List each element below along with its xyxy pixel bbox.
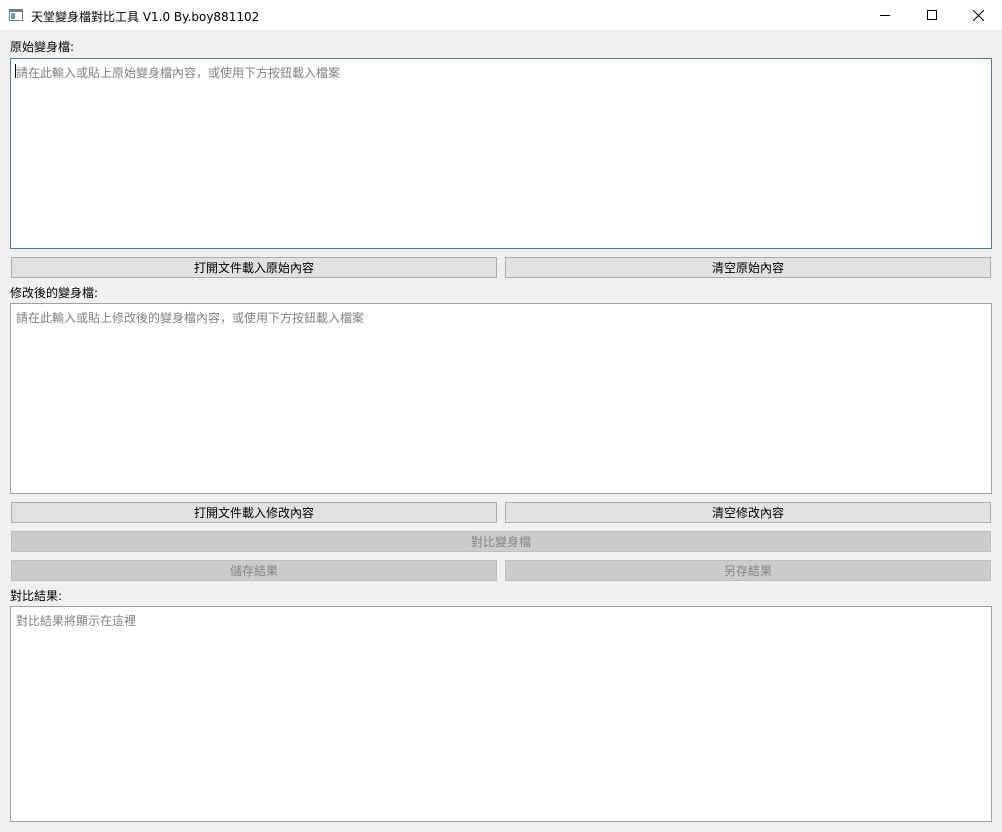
title-bar: 天堂變身檔對比工具 V1.0 By.boy881102: [0, 0, 1002, 31]
result-placeholder: 對比結果將顯示在這裡: [16, 614, 137, 628]
open-modified-button[interactable]: 打開文件載入修改內容: [11, 502, 497, 523]
original-text-area[interactable]: 請在此輸入或貼上原始變身檔內容，或使用下方按鈕載入檔案: [10, 58, 992, 249]
original-placeholder: 請在此輸入或貼上原始變身檔內容，或使用下方按鈕載入檔案: [16, 66, 341, 80]
minimize-button[interactable]: [862, 0, 908, 30]
app-window-icon: [9, 9, 23, 21]
modified-label: 修改後的變身檔:: [10, 286, 99, 300]
close-button[interactable]: [955, 0, 1001, 30]
clear-modified-button[interactable]: 清空修改內容: [505, 502, 991, 523]
compare-button[interactable]: 對比變身檔: [11, 531, 991, 552]
modified-placeholder: 請在此輸入或貼上修改後的變身檔內容，或使用下方按鈕載入檔案: [16, 311, 365, 325]
result-text-area[interactable]: 對比結果將顯示在這裡: [10, 606, 992, 822]
open-original-button[interactable]: 打開文件載入原始內容: [11, 257, 497, 278]
modified-text-area[interactable]: 請在此輸入或貼上修改後的變身檔內容，或使用下方按鈕載入檔案: [10, 303, 992, 494]
maximize-icon: [927, 10, 937, 20]
result-label: 對比結果:: [10, 589, 63, 603]
original-label: 原始變身檔:: [10, 40, 75, 54]
window-title: 天堂變身檔對比工具 V1.0 By.boy881102: [31, 10, 260, 24]
close-icon: [972, 9, 984, 21]
minimize-icon: [880, 15, 890, 16]
clear-original-button[interactable]: 清空原始內容: [505, 257, 991, 278]
save-as-result-button[interactable]: 另存結果: [505, 560, 991, 581]
save-result-button[interactable]: 儲存結果: [11, 560, 497, 581]
maximize-button[interactable]: [909, 0, 955, 30]
